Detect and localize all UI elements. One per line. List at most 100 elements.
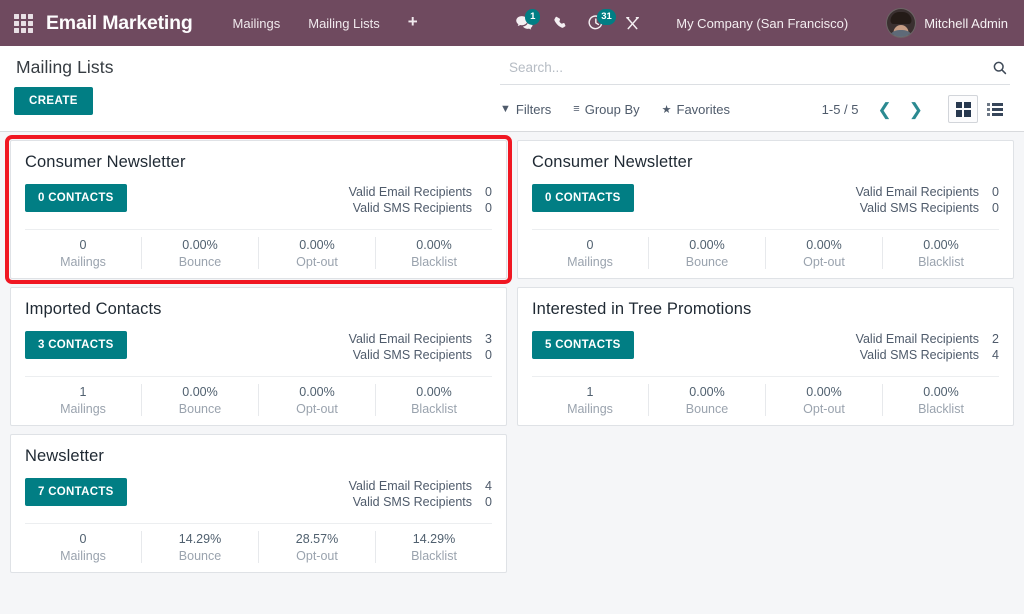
group-by-dropdown[interactable]: ≡ Group By: [573, 102, 639, 117]
contacts-count-button[interactable]: 3 CONTACTS: [25, 331, 127, 359]
stat-optout-value: 0.00%: [261, 385, 373, 399]
contacts-count-button[interactable]: 0 CONTACTS: [532, 184, 634, 212]
valid-email-recipients-label: Valid Email Recipients: [349, 479, 472, 493]
stat-blacklist[interactable]: 0.00% Blacklist: [375, 237, 492, 269]
valid-email-recipients-value: 0: [472, 185, 492, 199]
stat-mailings-label: Mailings: [27, 549, 139, 563]
stat-mailings-value: 1: [27, 385, 139, 399]
stat-optout[interactable]: 28.57% Opt-out: [258, 531, 375, 563]
stat-optout[interactable]: 0.00% Opt-out: [765, 237, 882, 269]
messages-icon[interactable]: 1: [506, 3, 542, 43]
control-panel-left: Mailing Lists CREATE: [14, 54, 500, 115]
mailing-list-card[interactable]: Consumer Newsletter 0 CONTACTS Valid Ema…: [517, 140, 1014, 279]
stat-bounce[interactable]: 0.00% Bounce: [648, 384, 765, 416]
stat-bounce[interactable]: 0.00% Bounce: [648, 237, 765, 269]
stat-blacklist[interactable]: 14.29% Blacklist: [375, 531, 492, 563]
searchbar: [500, 56, 1010, 85]
company-switcher[interactable]: My Company (San Francisco): [662, 10, 862, 37]
mailing-list-card[interactable]: Imported Contacts 3 CONTACTS Valid Email…: [10, 287, 507, 426]
stat-bounce-value: 0.00%: [144, 238, 256, 252]
contacts-count-button[interactable]: 7 CONTACTS: [25, 478, 127, 506]
stat-blacklist[interactable]: 0.00% Blacklist: [375, 384, 492, 416]
stat-mailings[interactable]: 0 Mailings: [25, 237, 141, 269]
card-title: Imported Contacts: [25, 300, 492, 319]
control-panel-actions: ▼ Filters ≡ Group By ★ Favorites 1-5 / 5…: [500, 85, 1010, 125]
favorites-dropdown[interactable]: ★ Favorites: [662, 102, 730, 117]
stat-optout[interactable]: 0.00% Opt-out: [258, 237, 375, 269]
stat-mailings-label: Mailings: [27, 255, 139, 269]
valid-sms-recipients-label: Valid SMS Recipients: [353, 495, 472, 509]
stat-optout-label: Opt-out: [768, 255, 880, 269]
user-menu[interactable]: Mitchell Admin: [876, 6, 1012, 40]
stat-bounce[interactable]: 0.00% Bounce: [141, 384, 258, 416]
recipients-block: Valid Email Recipients 2 Valid SMS Recip…: [856, 331, 999, 362]
app-brand-title[interactable]: Email Marketing: [46, 12, 193, 35]
stat-optout[interactable]: 0.00% Opt-out: [765, 384, 882, 416]
stat-blacklist-label: Blacklist: [378, 255, 490, 269]
valid-email-recipients-row: Valid Email Recipients 4: [349, 479, 492, 493]
contacts-count-button[interactable]: 5 CONTACTS: [532, 331, 634, 359]
stat-blacklist[interactable]: 0.00% Blacklist: [882, 237, 999, 269]
stat-optout-value: 0.00%: [768, 385, 880, 399]
valid-sms-recipients-row: Valid SMS Recipients 4: [856, 348, 999, 362]
stat-bounce-value: 0.00%: [651, 385, 763, 399]
list-view-button[interactable]: [980, 95, 1010, 123]
valid-sms-recipients-value: 0: [472, 201, 492, 215]
valid-email-recipients-label: Valid Email Recipients: [856, 185, 979, 199]
stat-blacklist-value: 0.00%: [885, 238, 997, 252]
messages-badge: 1: [525, 9, 540, 25]
menu-item-mailing-lists[interactable]: Mailing Lists: [294, 10, 394, 37]
stat-optout-label: Opt-out: [261, 549, 373, 563]
stat-mailings[interactable]: 0 Mailings: [532, 237, 648, 269]
control-panel-right: ▼ Filters ≡ Group By ★ Favorites 1-5 / 5…: [500, 54, 1010, 125]
stat-bounce-label: Bounce: [651, 255, 763, 269]
grid-apps-icon: [14, 14, 33, 33]
stat-optout-label: Opt-out: [768, 402, 880, 416]
filters-dropdown[interactable]: ▼ Filters: [500, 102, 551, 117]
apps-menu-button[interactable]: [6, 6, 40, 40]
stat-mailings[interactable]: 1 Mailings: [25, 384, 141, 416]
create-button[interactable]: CREATE: [14, 87, 93, 115]
stat-bounce[interactable]: 0.00% Bounce: [141, 237, 258, 269]
search-input[interactable]: [500, 58, 986, 77]
search-icon[interactable]: [986, 60, 1010, 76]
card-summary: 3 CONTACTS Valid Email Recipients 3 Vali…: [25, 331, 492, 362]
pager-count[interactable]: 1-5 / 5: [822, 102, 859, 117]
stat-bounce[interactable]: 14.29% Bounce: [141, 531, 258, 563]
contacts-count-button[interactable]: 0 CONTACTS: [25, 184, 127, 212]
chevron-right-icon[interactable]: ❯: [902, 99, 930, 120]
page-title: Mailing Lists: [16, 57, 500, 78]
activities-clock-icon[interactable]: 31: [578, 3, 614, 43]
mailing-list-card[interactable]: Consumer Newsletter 0 CONTACTS Valid Ema…: [10, 140, 507, 279]
stat-blacklist-value: 0.00%: [378, 238, 490, 252]
stat-mailings[interactable]: 0 Mailings: [25, 531, 141, 563]
stat-blacklist[interactable]: 0.00% Blacklist: [882, 384, 999, 416]
phone-icon[interactable]: [542, 3, 578, 43]
stat-optout-value: 0.00%: [261, 238, 373, 252]
stat-optout[interactable]: 0.00% Opt-out: [258, 384, 375, 416]
menu-item-add[interactable]: +: [394, 10, 432, 37]
stat-optout-label: Opt-out: [261, 255, 373, 269]
stat-mailings[interactable]: 1 Mailings: [532, 384, 648, 416]
valid-sms-recipients-row: Valid SMS Recipients 0: [349, 495, 492, 509]
stat-blacklist-label: Blacklist: [885, 255, 997, 269]
card-statistics: 0 Mailings 0.00% Bounce 0.00% Opt-out 0.…: [25, 229, 492, 278]
stat-bounce-value: 0.00%: [651, 238, 763, 252]
kanban-view-button[interactable]: [948, 95, 978, 123]
valid-sms-recipients-row: Valid SMS Recipients 0: [856, 201, 999, 215]
stat-optout-value: 28.57%: [261, 532, 373, 546]
chevron-left-icon[interactable]: ❮: [871, 99, 899, 120]
card-statistics: 0 Mailings 14.29% Bounce 28.57% Opt-out …: [25, 523, 492, 572]
valid-sms-recipients-value: 0: [979, 201, 999, 215]
valid-sms-recipients-label: Valid SMS Recipients: [353, 201, 472, 215]
mailing-list-card[interactable]: Interested in Tree Promotions 5 CONTACTS…: [517, 287, 1014, 426]
card-summary: 0 CONTACTS Valid Email Recipients 0 Vali…: [532, 184, 999, 215]
valid-email-recipients-label: Valid Email Recipients: [349, 332, 472, 346]
tools-debug-icon[interactable]: [614, 3, 650, 43]
mailing-list-card[interactable]: Newsletter 7 CONTACTS Valid Email Recipi…: [10, 434, 507, 573]
menu-item-mailings[interactable]: Mailings: [219, 10, 295, 37]
control-panel: Mailing Lists CREATE ▼ Filters ≡ Group B…: [0, 46, 1024, 132]
stat-bounce-label: Bounce: [651, 402, 763, 416]
card-title: Newsletter: [25, 447, 492, 466]
group-by-label: Group By: [585, 102, 640, 117]
